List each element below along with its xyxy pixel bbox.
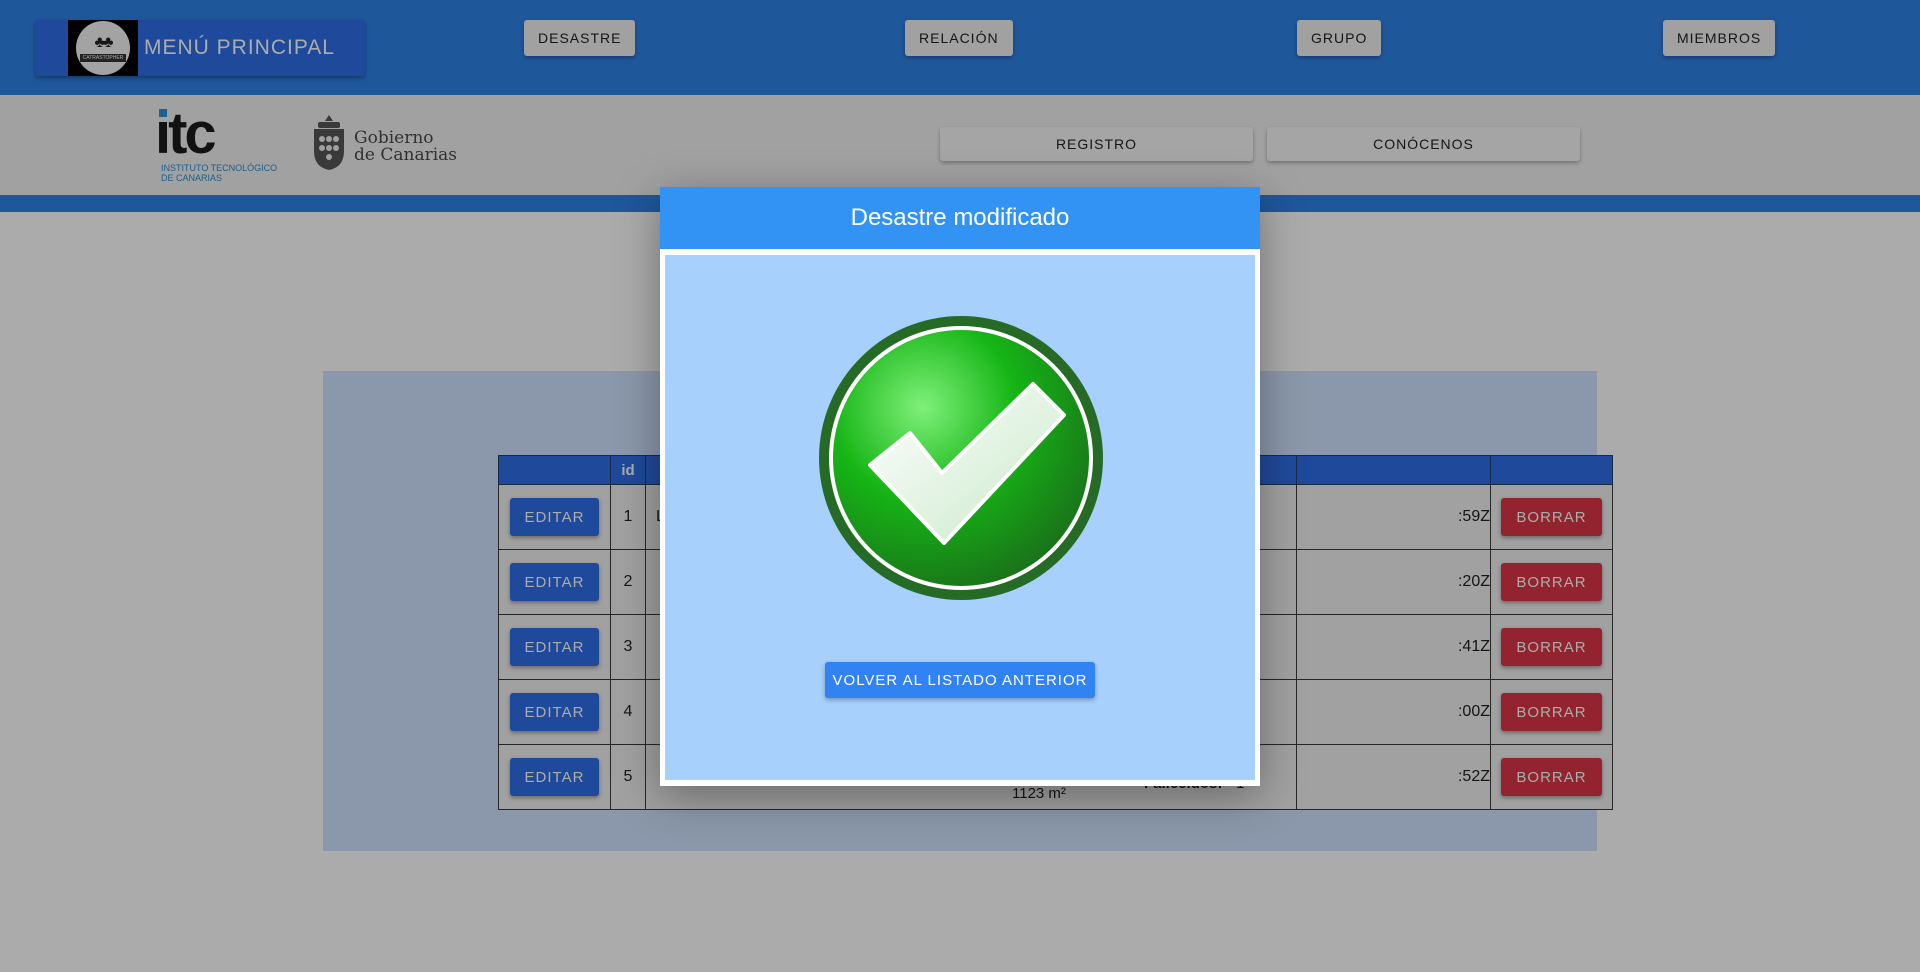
success-check-icon [819,316,1103,600]
success-modal: Desastre modificado VOLVER AL LISTADO AN… [660,187,1260,786]
back-to-list-button[interactable]: VOLVER AL LISTADO ANTERIOR [825,662,1095,698]
modal-body: VOLVER AL LISTADO ANTERIOR [665,255,1255,780]
modal-title: Desastre modificado [660,187,1260,249]
